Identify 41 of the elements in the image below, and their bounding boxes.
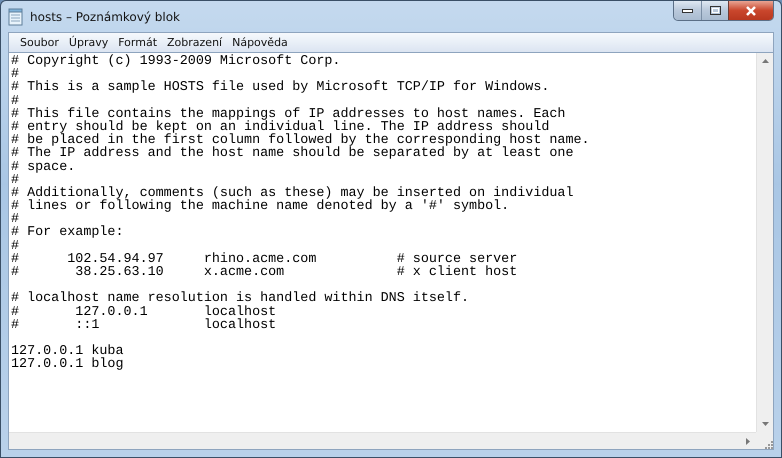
menu-item[interactable]: Zobrazení bbox=[162, 34, 228, 52]
scroll-right-icon[interactable] bbox=[746, 438, 750, 444]
minimize-button[interactable] bbox=[674, 1, 701, 20]
minimize-icon bbox=[682, 8, 693, 12]
text-line: # lines or following the machine name denoted by a '#' symbol. bbox=[11, 200, 510, 214]
text-line: # entry should be kept on an individual line. The IP address should bbox=[11, 120, 550, 134]
text-line: # 127.0.0.1 localhost bbox=[11, 306, 278, 319]
text-line: # For example: bbox=[11, 226, 124, 240]
text-line: # bbox=[11, 213, 20, 226]
menu-item[interactable]: Nápověda bbox=[227, 34, 293, 52]
text-line: # The IP address and the host name should be separated by at least one bbox=[11, 147, 574, 160]
text-line: 127.0.0.1 kuba bbox=[11, 345, 124, 358]
text-line: # Copyright (c) 1993-2009 Microsoft Corp. bbox=[11, 55, 342, 68]
text-line: # bbox=[11, 68, 20, 82]
maximize-icon bbox=[710, 6, 720, 15]
text-line: # This is a sample HOSTS file used by Microsoft TCP/IP for Windows. bbox=[11, 81, 550, 95]
menu-item[interactable]: Formát bbox=[113, 34, 162, 52]
text-line: # 102.54.94.97 rhino.acme.com # source server bbox=[11, 252, 518, 266]
window-title: hosts – Poznámkový blok bbox=[30, 10, 180, 24]
text-line: # be placed in the first column followed by the corresponding host name. bbox=[11, 134, 591, 148]
vertical-scrollbar[interactable] bbox=[756, 53, 773, 432]
text-line: # 38.25.63.10 x.acme.com # x client host bbox=[11, 266, 518, 280]
text-line: # localhost name resolution is handled within DNS itself. bbox=[11, 292, 470, 306]
text-line: 127.0.0.1 blog bbox=[11, 358, 124, 372]
notepad-icon bbox=[8, 8, 24, 26]
maximize-button[interactable] bbox=[701, 1, 728, 20]
menu-item[interactable]: Úpravy bbox=[64, 34, 114, 52]
horizontal-scrollbar[interactable] bbox=[9, 432, 756, 449]
text-line: # bbox=[11, 174, 20, 187]
close-icon bbox=[745, 6, 757, 16]
menu-item[interactable]: Soubor bbox=[15, 34, 64, 52]
resize-grip-icon[interactable] bbox=[763, 439, 773, 449]
scroll-down-icon[interactable] bbox=[762, 422, 768, 426]
close-button[interactable] bbox=[728, 1, 773, 20]
text-line: # This file contains the mappings of IP addresses to host names. Each bbox=[11, 108, 566, 121]
text-line: # Additionally, comments (such as these) may be inserted on individual bbox=[11, 186, 574, 200]
text-line: # ::1 localhost bbox=[11, 318, 278, 332]
text-line: # bbox=[11, 240, 20, 253]
scroll-up-icon[interactable] bbox=[762, 59, 768, 63]
text-line: # bbox=[11, 94, 20, 108]
text-line: # space. bbox=[11, 160, 76, 174]
